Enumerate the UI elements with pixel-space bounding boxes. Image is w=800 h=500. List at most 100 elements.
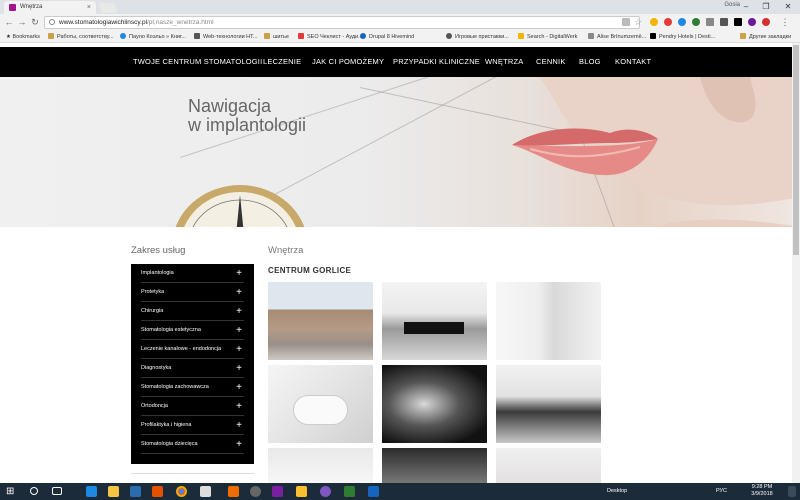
site-info-icon[interactable] xyxy=(49,19,55,25)
gallery-photo-sculpture[interactable] xyxy=(382,365,487,443)
location-pin-icon[interactable] xyxy=(762,18,770,26)
back-arrow-icon[interactable]: ← xyxy=(4,17,14,28)
search-icon[interactable] xyxy=(30,487,38,495)
viber-icon[interactable] xyxy=(320,486,331,497)
plus-icon[interactable]: + xyxy=(236,321,242,340)
clock-date: 3/9/2018 xyxy=(751,491,773,497)
new-tab-button[interactable] xyxy=(98,3,118,13)
window-close-icon[interactable]: ✕ xyxy=(778,0,798,14)
bookmarks-label[interactable]: ★ Bookmarks xyxy=(6,31,40,43)
gallery-photo-dental-chair[interactable] xyxy=(268,365,373,443)
extension-gray-icon[interactable] xyxy=(706,18,714,26)
sticky-notes-icon[interactable] xyxy=(296,486,307,497)
task-view-icon[interactable] xyxy=(52,487,62,495)
sidebar-item-diagnostyka[interactable]: Diagnostyka + xyxy=(141,359,244,378)
excel-icon[interactable] xyxy=(344,486,355,497)
bookmark-item[interactable]: Игровые приставки... xyxy=(446,31,509,43)
nav-item-leczenie[interactable]: LECZENIE xyxy=(263,47,301,77)
page-scrollbar[interactable] xyxy=(792,43,800,483)
maximize-icon[interactable]: ❐ xyxy=(756,0,776,14)
language-indicator[interactable]: РУС xyxy=(716,483,727,500)
sidebar-item-ortodoncja[interactable]: Ortodoncja + xyxy=(141,397,244,416)
other-bookmarks[interactable]: Другие закладки xyxy=(740,31,791,43)
gallery-photo-treatment-room[interactable] xyxy=(496,365,601,443)
plus-icon[interactable]: + xyxy=(236,416,242,435)
nav-item-cennik[interactable]: CENNIK xyxy=(536,47,566,77)
plus-icon[interactable]: + xyxy=(236,340,242,359)
chrome-icon[interactable] xyxy=(176,486,187,497)
minimize-icon[interactable]: – xyxy=(736,0,756,14)
reload-icon[interactable]: ↻ xyxy=(30,17,40,28)
clock-time: 9:28 PM xyxy=(751,484,773,490)
extension-ab-icon[interactable] xyxy=(734,18,742,26)
scrollbar-thumb[interactable] xyxy=(793,45,799,255)
bookmarks-bar: ★ Bookmarks Работы, соответству... Пауло… xyxy=(0,31,800,43)
sidebar-item-implantologia[interactable]: Implantologia + xyxy=(141,264,244,283)
sidebar-item-chirurgia[interactable]: Chirurgia + xyxy=(141,302,244,321)
app-icon[interactable] xyxy=(272,486,283,497)
plus-icon[interactable]: + xyxy=(236,264,242,283)
settings-gear-icon[interactable] xyxy=(250,486,261,497)
sidebar-item-protetyka[interactable]: Protetyka + xyxy=(141,283,244,302)
plus-icon[interactable]: + xyxy=(236,359,242,378)
bookmark-item[interactable]: Alise Brīnumzemē... xyxy=(588,31,646,43)
plus-icon[interactable]: + xyxy=(236,302,242,321)
translate-icon[interactable] xyxy=(622,18,630,26)
gallery-photo-waiting-room[interactable] xyxy=(382,282,487,360)
mail-icon[interactable] xyxy=(200,486,211,497)
gallery-photo-corridor[interactable] xyxy=(496,282,601,360)
bookmark-item[interactable]: Пауло Коэльо » Книг... xyxy=(120,31,186,43)
extension-icon[interactable] xyxy=(650,18,658,26)
edge-icon[interactable] xyxy=(86,486,97,497)
desktop-toolbar-label[interactable]: Desktop xyxy=(607,483,627,500)
clock[interactable]: 9:28 PM 3/9/2018 xyxy=(742,484,782,498)
bookmark-item[interactable]: шитье xyxy=(264,31,289,43)
forward-arrow-icon[interactable]: → xyxy=(17,17,27,28)
nav-item-jak-ci-pomozemy[interactable]: JAK CI POMOŻEMY xyxy=(312,47,384,77)
bookmark-item[interactable]: SEO Чеклист - Ауди... xyxy=(298,31,363,43)
sidebar-item-leczenie-kanalowe[interactable]: Leczenie kanałowe - endodoncja + xyxy=(141,340,244,359)
extension-purple-icon[interactable] xyxy=(748,18,756,26)
file-explorer-icon[interactable] xyxy=(108,486,119,497)
nav-item-wnetrza[interactable]: WNĘTRZA xyxy=(485,47,523,77)
tab-close-icon[interactable]: × xyxy=(87,1,91,14)
opera-icon[interactable] xyxy=(664,18,672,26)
plus-icon[interactable]: + xyxy=(236,397,242,416)
gallery-photo[interactable] xyxy=(382,448,487,483)
plus-icon[interactable]: + xyxy=(236,283,242,302)
sidebar-item-stomatologia-estetyczna[interactable]: Stomatologia estetyczna + xyxy=(141,321,244,340)
windows-start-icon[interactable]: ⊞ xyxy=(6,486,17,497)
bookmark-item[interactable]: Drupal 8 Hivemind xyxy=(360,31,414,43)
extension-blue-icon[interactable] xyxy=(678,18,686,26)
plus-icon[interactable]: + xyxy=(236,435,242,454)
media-icon[interactable] xyxy=(152,486,163,497)
store-icon[interactable] xyxy=(130,486,141,497)
plus-icon[interactable]: + xyxy=(236,378,242,397)
extension-dark-icon[interactable] xyxy=(720,18,728,26)
bookmark-item[interactable]: Search - DigitalWerk xyxy=(518,31,577,43)
url-input[interactable]: www.stomatologiawichlinscy.pl/pl,nasze_w… xyxy=(44,16,640,29)
sidebar-item-stomatologia-zachowawcza[interactable]: Stomatologia zachowawcza + xyxy=(141,378,244,397)
browser-tab[interactable]: Wnętrza × xyxy=(4,1,96,14)
menu-dots-icon[interactable]: ⋮ xyxy=(780,17,790,28)
nav-item-przypadki-kliniczne[interactable]: PRZYPADKI KLINICZNE xyxy=(393,47,480,77)
gallery-photo[interactable] xyxy=(496,448,601,483)
section-title: Wnętrza xyxy=(268,245,304,256)
sidebar-item-profilaktyka[interactable]: Profilaktyka i higiena + xyxy=(141,416,244,435)
word-icon[interactable] xyxy=(368,486,379,497)
nav-item-kontakt[interactable]: KONTAKT xyxy=(615,47,651,77)
bookmark-item[interactable]: Web-технологии HT... xyxy=(194,31,257,43)
notification-icon[interactable] xyxy=(788,486,796,497)
gallery-photo-street[interactable] xyxy=(268,282,373,360)
hero-banner: Nawigacja w implantologii xyxy=(0,77,800,227)
tab-title: Wnętrza xyxy=(20,4,43,10)
app-icon[interactable] xyxy=(228,486,239,497)
extension-green-icon[interactable] xyxy=(692,18,700,26)
sidebar-item-stomatologia-dziecieca[interactable]: Stomatologia dziecięca + xyxy=(141,435,244,454)
nav-item-twoje-centrum[interactable]: TWOJE CENTRUM STOMATOLOGII xyxy=(133,47,262,77)
gallery-photo[interactable] xyxy=(268,448,373,483)
bookmark-star-icon[interactable]: ☆ xyxy=(634,18,642,27)
bookmark-item[interactable]: Pendry Hotels | Desti... xyxy=(650,31,715,43)
nav-item-blog[interactable]: BLOG xyxy=(579,47,601,77)
bookmark-item[interactable]: Работы, соответству... xyxy=(48,31,114,43)
